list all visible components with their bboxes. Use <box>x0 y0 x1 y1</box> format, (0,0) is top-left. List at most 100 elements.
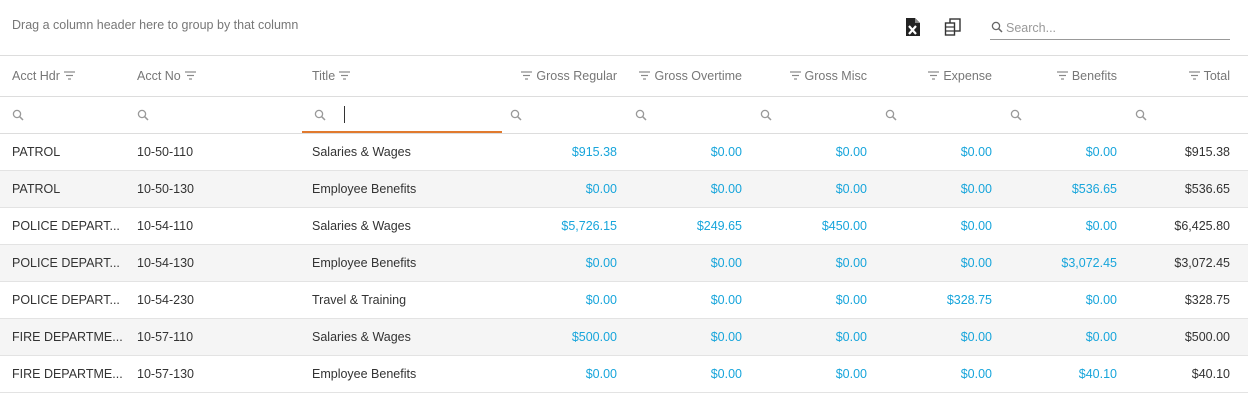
cell-gross-overtime[interactable]: $0.00 <box>625 282 742 318</box>
column-header-gross-overtime[interactable]: Gross Overtime <box>625 56 742 96</box>
cell-expense[interactable]: $0.00 <box>875 208 992 244</box>
search-icon <box>635 109 647 124</box>
table-row[interactable]: POLICE DEPART... 10-54-110 Salaries & Wage… <box>0 208 1248 245</box>
cell-expense[interactable]: $0.00 <box>875 134 992 170</box>
column-header-benefits[interactable]: Benefits <box>1000 56 1117 96</box>
cell-benefits[interactable]: $0.00 <box>1000 134 1117 170</box>
search-input[interactable] <box>1006 18 1228 38</box>
cell-gross-regular[interactable]: $5,726.15 <box>500 208 617 244</box>
cell-total: $40.10 <box>1191 367 1230 381</box>
cell-gross-regular[interactable]: $915.38 <box>500 134 617 170</box>
column-header-label: Acct Hdr <box>12 69 60 83</box>
column-header-row: Acct Hdr Acct No Title Gross Regular Gross O… <box>0 56 1248 97</box>
column-chooser-icon[interactable] <box>944 17 962 37</box>
cell-benefits[interactable]: $3,072.45 <box>1000 245 1117 281</box>
cell-gross-regular[interactable]: $0.00 <box>500 171 617 207</box>
table-row[interactable]: FIRE DEPARTME... 10-57-110 Salaries & Wage… <box>0 319 1248 356</box>
cell-gross-overtime[interactable]: $0.00 <box>625 171 742 207</box>
group-panel[interactable]: Drag a column header here to group by th… <box>12 18 298 32</box>
cell-gross-overtime[interactable]: $0.00 <box>625 356 742 392</box>
cell-gross-misc[interactable]: $0.00 <box>750 319 867 355</box>
filter-icon[interactable] <box>521 69 533 83</box>
filter-icon[interactable] <box>184 69 196 83</box>
filter-icon[interactable] <box>63 69 75 83</box>
table-row[interactable]: POLICE DEPART... 10-54-130 Employee Benefi… <box>0 245 1248 282</box>
filter-input-gross-misc[interactable] <box>760 97 870 133</box>
column-header-total[interactable]: Total <box>1115 56 1230 96</box>
cell-acct-no: 10-54-110 <box>137 219 194 233</box>
filter-input-gross-regular[interactable] <box>510 97 620 133</box>
cell-benefits[interactable]: $40.10 <box>1000 356 1117 392</box>
cell-expense[interactable]: $0.00 <box>875 356 992 392</box>
cell-expense[interactable]: $328.75 <box>875 282 992 318</box>
cell-expense[interactable]: $0.00 <box>875 171 992 207</box>
column-header-gross-regular[interactable]: Gross Regular <box>500 56 617 96</box>
cell-gross-misc[interactable]: $0.00 <box>750 171 867 207</box>
cell-gross-regular[interactable]: $0.00 <box>500 245 617 281</box>
search-icon <box>991 21 1003 36</box>
cell-expense[interactable]: $0.00 <box>875 245 992 281</box>
cell-gross-misc[interactable]: $0.00 <box>750 134 867 170</box>
column-header-label: Gross Regular <box>536 69 617 83</box>
filter-icon[interactable] <box>1056 69 1068 83</box>
filter-icon[interactable] <box>1188 69 1200 83</box>
column-header-label: Benefits <box>1071 69 1117 83</box>
cell-acct-no: 10-54-230 <box>137 293 194 307</box>
table-row[interactable]: POLICE DEPART... 10-54-230 Travel & Traini… <box>0 282 1248 319</box>
cell-benefits[interactable]: $0.00 <box>1000 282 1117 318</box>
cell-gross-overtime[interactable]: $0.00 <box>625 134 742 170</box>
filter-icon[interactable] <box>639 69 651 83</box>
cell-gross-misc[interactable]: $450.00 <box>750 208 867 244</box>
column-header-label: Gross Misc <box>804 69 868 83</box>
filter-icon[interactable] <box>789 69 801 83</box>
cell-gross-regular[interactable]: $0.00 <box>500 356 617 392</box>
cell-title: Salaries & Wages <box>312 219 411 233</box>
cell-gross-overtime[interactable]: $0.00 <box>625 319 742 355</box>
search-icon <box>1135 109 1147 124</box>
filter-input-acct-no[interactable] <box>137 97 297 133</box>
filter-row <box>0 97 1248 134</box>
cell-benefits[interactable]: $536.65 <box>1000 171 1117 207</box>
table-row[interactable]: PATROL 10-50-110 Salaries & Wages $915.38 $0… <box>0 134 1248 171</box>
search-box[interactable] <box>990 18 1230 40</box>
column-header-gross-misc[interactable]: Gross Misc <box>750 56 867 96</box>
cell-total: $915.38 <box>1184 145 1230 159</box>
filter-input-acct-hdr[interactable] <box>12 97 122 133</box>
cell-gross-regular[interactable]: $0.00 <box>500 282 617 318</box>
cell-expense[interactable]: $0.00 <box>875 319 992 355</box>
cell-gross-regular[interactable]: $500.00 <box>500 319 617 355</box>
cell-gross-misc[interactable]: $0.00 <box>750 245 867 281</box>
cell-acct-no: 10-50-110 <box>137 145 194 159</box>
cell-acct-hdr: POLICE DEPART... <box>12 293 120 307</box>
filter-icon[interactable] <box>928 69 940 83</box>
cell-gross-misc[interactable]: $0.00 <box>750 282 867 318</box>
cell-title: Employee Benefits <box>312 256 417 270</box>
column-header-title[interactable]: Title <box>312 56 498 96</box>
cell-benefits[interactable]: $0.00 <box>1000 208 1117 244</box>
column-header-label: Total <box>1203 69 1230 83</box>
filter-input-benefits[interactable] <box>1010 97 1120 133</box>
column-header-acct-no[interactable]: Acct No <box>137 56 297 96</box>
cell-title: Employee Benefits <box>312 367 417 381</box>
filter-input-title[interactable] <box>302 97 502 133</box>
excel-export-icon[interactable] <box>905 17 923 37</box>
filter-icon[interactable] <box>339 69 351 83</box>
cell-total: $500.00 <box>1184 330 1230 344</box>
cell-gross-overtime[interactable]: $0.00 <box>625 245 742 281</box>
filter-input-total[interactable] <box>1135 97 1235 133</box>
cell-acct-hdr: FIRE DEPARTME... <box>12 367 122 381</box>
search-icon <box>885 109 897 124</box>
cell-total: $6,425.80 <box>1174 219 1230 233</box>
cell-gross-overtime[interactable]: $249.65 <box>625 208 742 244</box>
cell-acct-hdr: POLICE DEPART... <box>12 219 120 233</box>
filter-input-expense[interactable] <box>885 97 995 133</box>
cell-benefits[interactable]: $0.00 <box>1000 319 1117 355</box>
table-row[interactable]: FIRE DEPARTME... 10-57-130 Employee Benefi… <box>0 356 1248 393</box>
cell-acct-no: 10-54-130 <box>137 256 194 270</box>
cell-total: $328.75 <box>1184 293 1230 307</box>
column-header-acct-hdr[interactable]: Acct Hdr <box>12 56 122 96</box>
table-row[interactable]: PATROL 10-50-130 Employee Benefits $0.00 $0.… <box>0 171 1248 208</box>
cell-gross-misc[interactable]: $0.00 <box>750 356 867 392</box>
filter-input-gross-overtime[interactable] <box>635 97 745 133</box>
column-header-expense[interactable]: Expense <box>875 56 992 96</box>
